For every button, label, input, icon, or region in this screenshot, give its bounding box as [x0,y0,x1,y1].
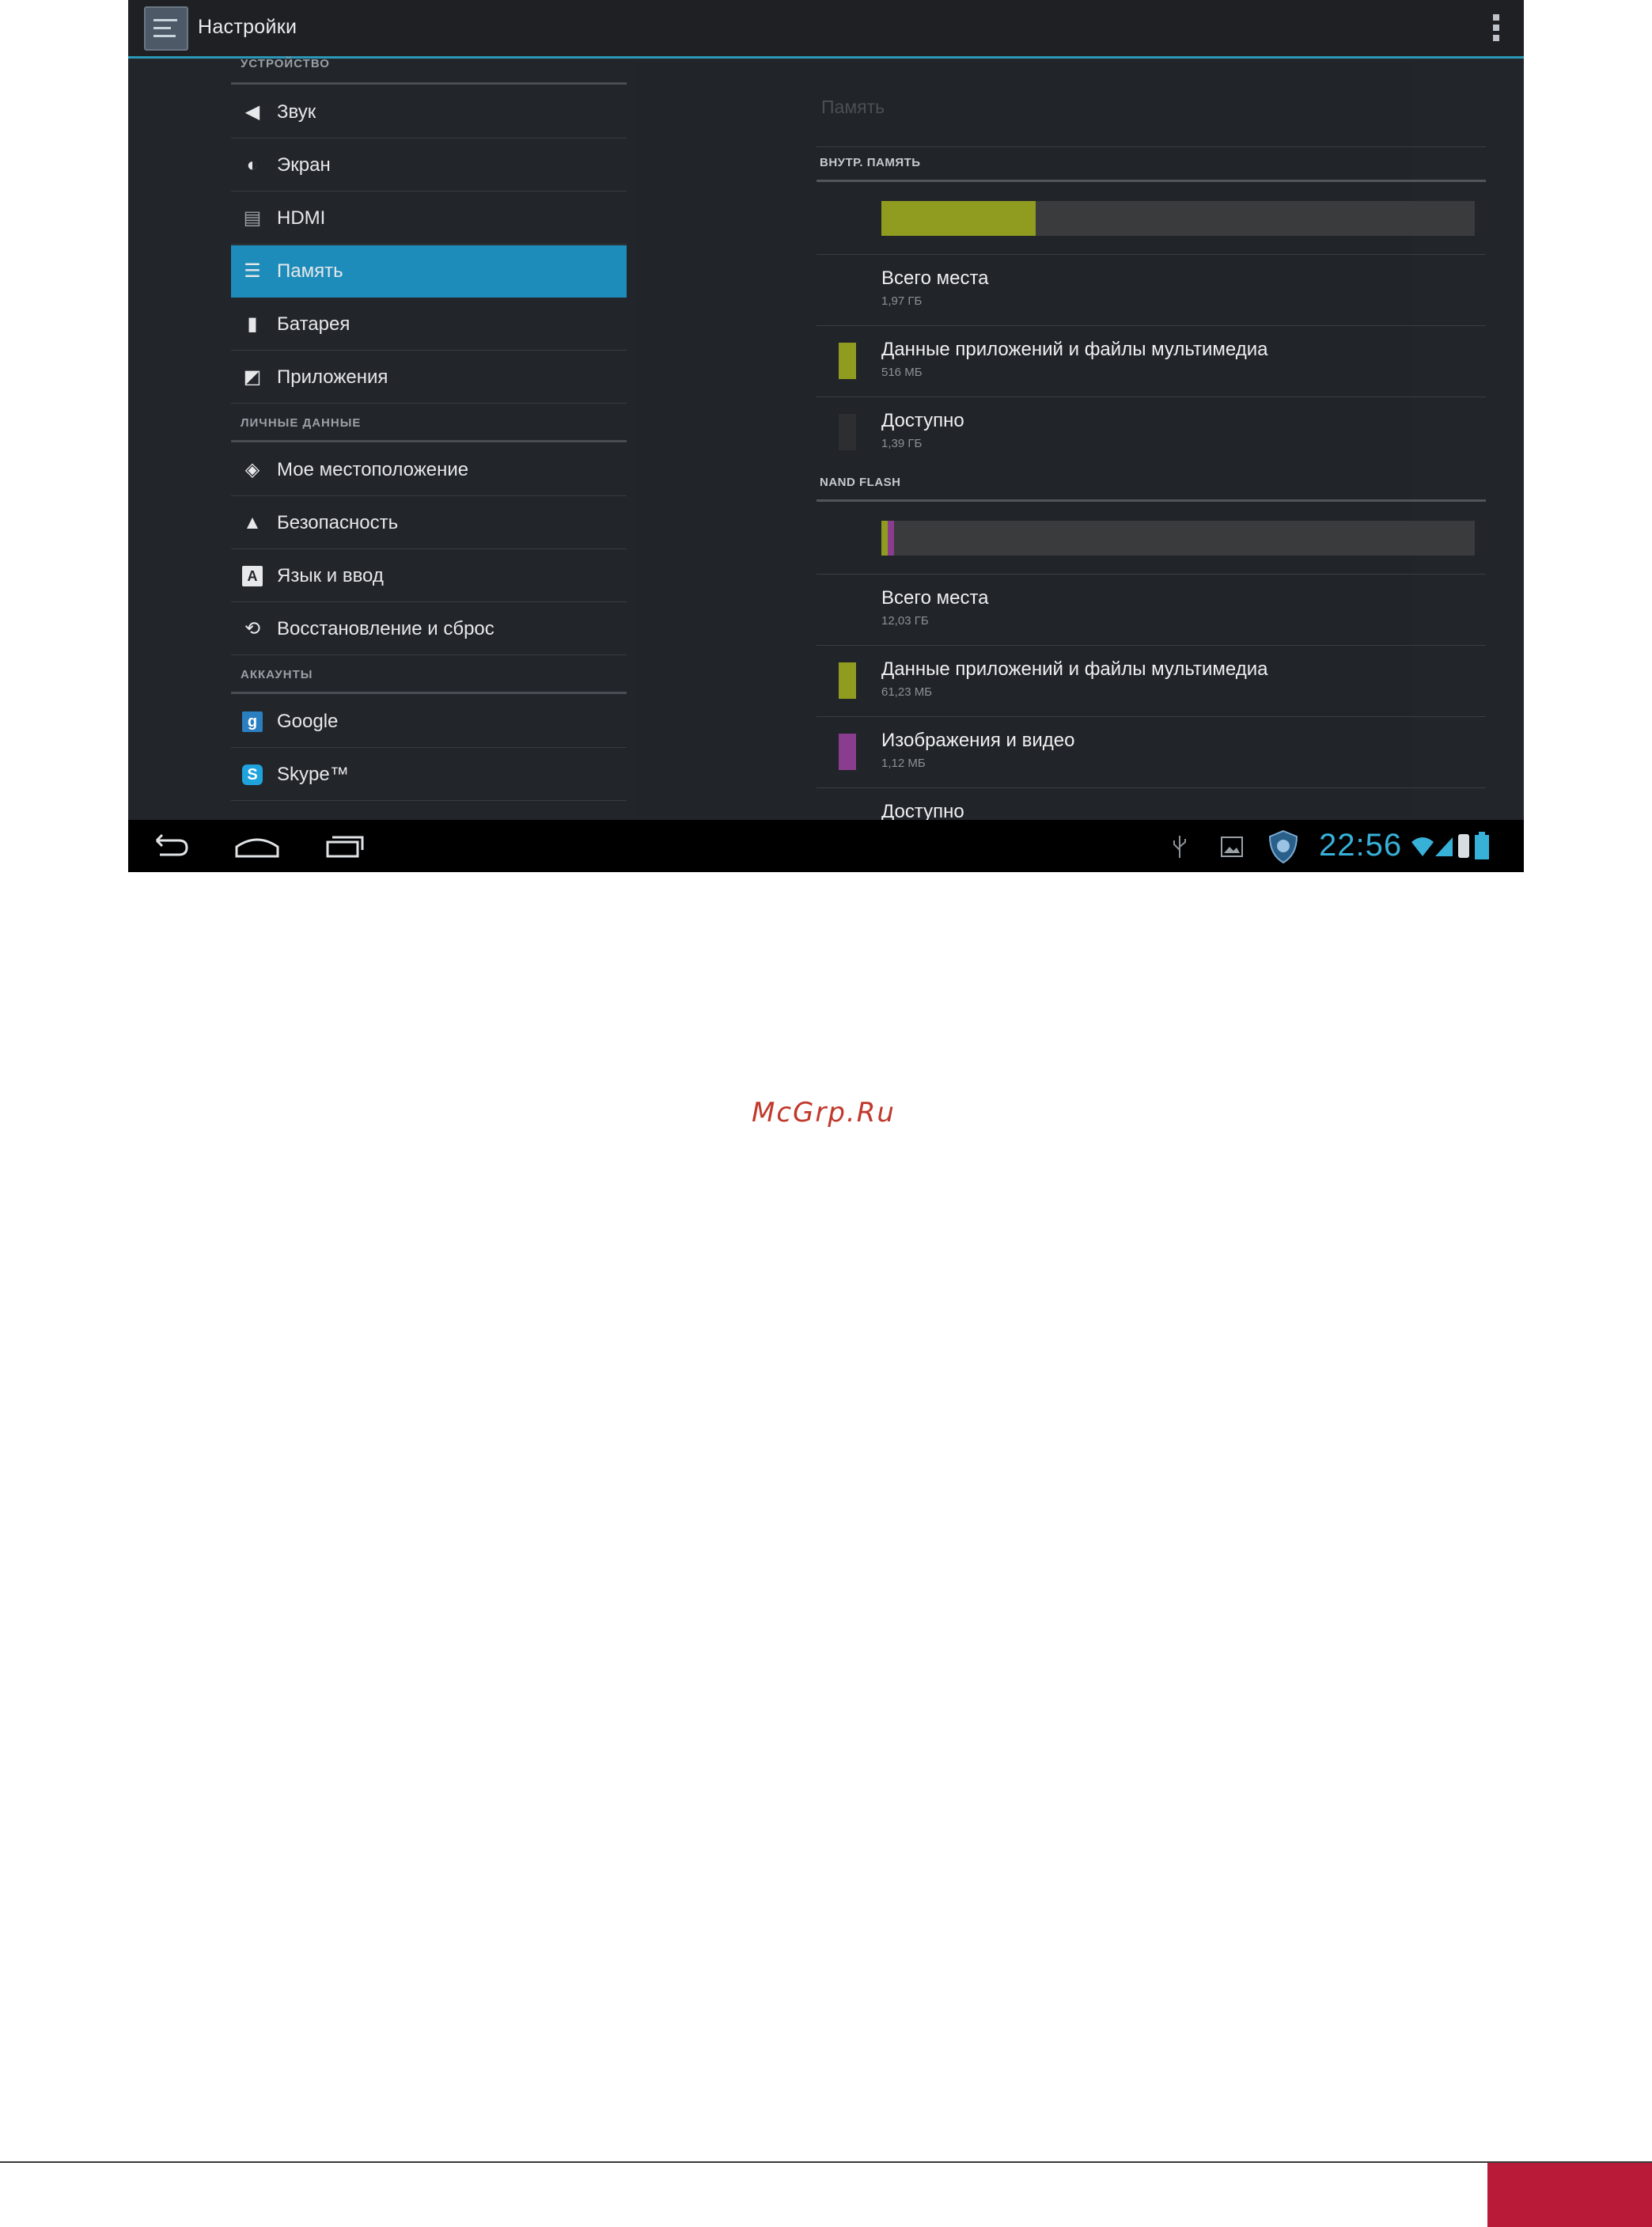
internal-apps-value: 516 МБ [881,366,923,379]
apps-data-swatch [839,343,856,379]
signal-icon [1435,837,1453,856]
gallery-icon [1221,837,1243,857]
display-icon: ◐ [246,154,259,176]
internal-free-label[interactable]: Доступно [881,410,964,432]
divider [817,716,1486,717]
sidebar-item-location[interactable]: ◈ Мое местоположение [231,444,627,496]
section-divider [231,440,627,442]
battery-icon: ▮ [247,313,258,335]
sidebar-item-skype[interactable]: S Skype™ [231,749,627,801]
settings-sidebar: УСТРОЙСТВО ◀ Звук ◐ Экран ▤ HDMI ☰ Памят… [231,57,627,820]
nand-apps-label[interactable]: Данные приложений и файлы мультимедиа [881,658,1267,681]
apps-data-swatch [839,662,856,699]
back-icon[interactable] [150,831,191,861]
settings-icon[interactable] [144,6,188,51]
home-icon[interactable] [233,831,281,861]
sidebar-item-label: Звук [277,101,316,123]
overflow-menu-icon[interactable] [1492,14,1500,44]
sidebar-item-battery[interactable]: ▮ Батарея [231,298,627,351]
recent-apps-icon[interactable] [324,831,366,861]
sidebar-item-apps[interactable]: ◩ Приложения [231,351,627,404]
keyboard-icon: A [242,566,263,586]
divider [817,787,1486,788]
divider [817,574,1486,575]
section-divider [817,499,1486,502]
sidebar-item-label: Google [277,711,339,732]
internal-free-value: 1,39 ГБ [881,437,923,450]
system-bar: 22:56 [128,820,1524,872]
sidebar-item-label: Мое местоположение [277,459,469,480]
location-icon: ◈ [244,459,260,480]
sidebar-item-google[interactable]: g Google [231,696,627,748]
storage-icon: ☰ [244,260,261,282]
section-header-nand: NAND FLASH [820,476,901,489]
internal-total-label[interactable]: Всего места [881,267,989,290]
internal-total-value: 1,97 ГБ [881,294,923,308]
lock-icon: ▲ [243,512,262,533]
images-swatch [839,734,856,770]
nand-images-value: 1,12 МБ [881,757,926,770]
divider [817,325,1486,326]
sidebar-item-label: HDMI [277,207,326,229]
section-divider [817,180,1486,182]
internal-apps-fill [881,201,1036,236]
section-header-personal: ЛИЧНЫЕ ДАННЫЕ [241,416,362,430]
action-bar: Настройки [128,0,1524,59]
section-divider [231,692,627,694]
section-header-accounts: АККАУНТЫ [241,668,313,681]
nand-usage-bar [881,521,1475,556]
nand-total-label[interactable]: Всего места [881,587,989,609]
tablet-screen: Настройки УСТРОЙСТВО ◀ Звук ◐ Экран ▤ HD… [128,0,1524,872]
shield-icon [1268,829,1298,864]
sidebar-item-backup-reset[interactable]: ⟲ Восстановление и сброс [231,603,627,655]
nand-images-label[interactable]: Изображения и видео [881,730,1074,752]
usb-icon [1173,836,1186,858]
sidebar-item-security[interactable]: ▲ Безопасность [231,497,627,549]
sidebar-item-label: Экран [277,154,331,176]
sidebar-item-label: Память [277,260,343,282]
watermark: McGrp.Ru [752,1097,896,1129]
storage-content: Память ВНУТР. ПАМЯТЬ Всего места 1,97 ГБ… [690,59,1489,822]
nand-apps-fill [881,521,888,556]
sidebar-item-screen[interactable]: ◐ Экран [231,139,627,192]
nand-apps-value: 61,23 МБ [881,685,933,699]
clock: 22:56 [1319,828,1403,863]
internal-apps-label[interactable]: Данные приложений и файлы мультимедиа [881,339,1267,361]
hdmi-icon: ▤ [243,207,262,229]
sidebar-item-label: Безопасность [277,512,399,533]
wifi-icon [1411,837,1434,856]
apps-icon: ◩ [243,366,262,388]
sidebar-item-label: Батарея [277,313,350,335]
sidebar-item-label: Язык и ввод [277,565,384,586]
divider [817,396,1486,397]
footer-line [0,2161,1652,2163]
sidebar-item-label: Приложения [277,366,388,388]
footer-page-tab [1487,2163,1652,2227]
divider [817,254,1486,255]
divider [817,146,1486,147]
section-divider [231,82,627,85]
sidebar-item-label: Восстановление и сброс [277,618,494,639]
sidebar-item-storage[interactable]: ☰ Память [231,245,627,298]
battery-icon [1475,832,1489,859]
nand-images-fill [888,521,894,556]
sidebar-item-sound[interactable]: ◀ Звук [231,86,627,138]
google-icon: g [242,711,263,732]
sidebar-item-hdmi[interactable]: ▤ HDMI [231,192,627,245]
divider [817,645,1486,646]
free-space-swatch [839,414,856,450]
skype-icon: S [242,764,263,785]
data-icon [1458,834,1469,858]
internal-usage-bar [881,201,1475,236]
section-header-internal: ВНУТР. ПАМЯТЬ [820,156,921,169]
sidebar-item-label: Skype™ [277,764,349,785]
volume-icon: ◀ [244,101,260,123]
nand-total-value: 12,03 ГБ [881,614,929,628]
app-title: Настройки [198,16,297,38]
section-header-device: УСТРОЙСТВО [241,57,330,70]
restore-icon: ⟲ [244,618,261,639]
sidebar-item-language[interactable]: A Язык и ввод [231,550,627,602]
content-title: Память [821,97,885,117]
